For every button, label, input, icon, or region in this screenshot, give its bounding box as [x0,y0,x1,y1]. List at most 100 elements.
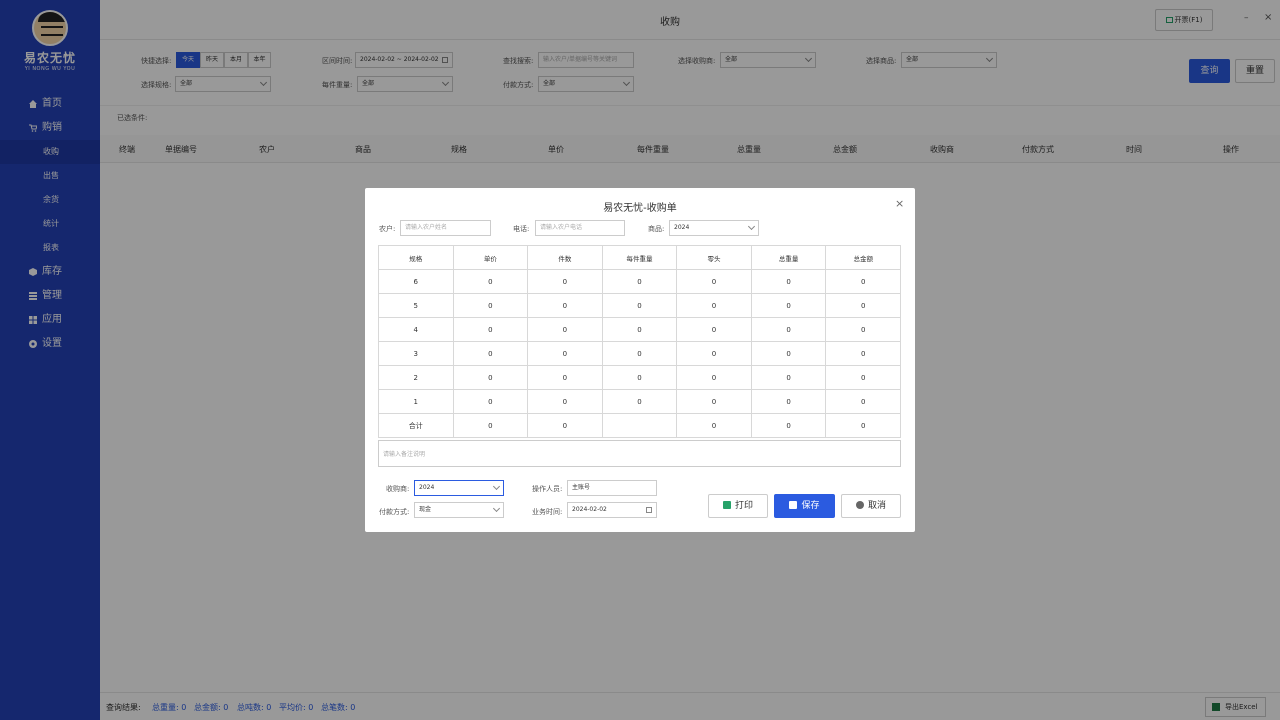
grid-cell [601,413,678,438]
cancel-label: 取消 [867,501,886,511]
grid-header-cell: 规格 [378,245,454,270]
grid-cell: 5 [378,293,454,318]
grid-cell[interactable]: 0 [452,341,529,366]
product-label: 商品: [648,225,665,233]
grid-cell: 0 [825,293,901,318]
grid-cell[interactable]: 0 [527,389,603,414]
grid-cell: 6 [378,269,454,294]
biz-time-label: 业务时间: [532,508,563,516]
dialog-close-icon[interactable]: × [895,197,904,210]
table-row: 3 0 0 0 0 0 0 [378,341,901,366]
grid-cell: 1 [378,389,454,414]
grid-header-cell: 件数 [527,245,603,270]
grid-cell: 0 [750,269,827,294]
grid-cell[interactable]: 0 [527,365,603,390]
grid-cell[interactable]: 0 [452,269,529,294]
pay-method-value: 现金 [419,506,432,513]
grid-cell[interactable]: 0 [452,389,529,414]
cancel-button[interactable]: 取消 [841,494,901,518]
pay-method-select[interactable]: 现金 [414,502,504,518]
print-label: 打印 [734,501,753,511]
remark-textarea[interactable]: 请输入备注说明 [378,440,901,467]
product-select-value: 2024 [674,224,690,231]
table-row: 4 0 0 0 0 0 0 [378,317,901,342]
operator-label: 操作人员: [532,485,563,493]
grid-header-cell: 总重量 [750,245,827,270]
table-row: 2 0 0 0 0 0 0 [378,365,901,390]
grid-cell[interactable]: 0 [676,365,752,390]
table-row: 1 0 0 0 0 0 0 [378,389,901,414]
chevron-down-icon [747,222,756,231]
grid-cell: 合计 [378,413,454,438]
grid-header-cell: 总金额 [825,245,901,270]
grid-header-row: 规格 单价 件数 每件重量 零头 总重量 总金额 [378,245,901,270]
printer-icon [722,501,731,509]
pay-method-label: 付款方式: [379,508,410,516]
grid-cell: 0 [825,317,901,342]
grid-cell: 0 [750,317,827,342]
grid-header-cell: 每件重量 [601,245,678,270]
grid-cell: 2 [378,365,454,390]
grid-cell: 0 [750,341,827,366]
grid-cell[interactable]: 0 [527,293,603,318]
buyer-select[interactable]: 2024 [414,480,504,496]
grid-cell[interactable]: 0 [676,317,752,342]
phone-label: 电话: [513,225,530,233]
farmer-label: 农户: [379,225,396,233]
biz-time-value: 2024-02-02 [572,506,607,513]
cancel-icon [855,501,864,509]
buyer-select-value: 2024 [419,484,435,491]
grid-cell[interactable]: 0 [676,293,752,318]
grid-cell: 0 [452,413,529,438]
spec-grid: 规格 单价 件数 每件重量 零头 总重量 总金额 6 0 0 0 0 0 0 5… [378,245,901,438]
operator-input[interactable]: 主账号 [567,480,657,496]
grid-cell: 0 [676,413,752,438]
purchase-order-dialog: 易农无忧-收购单 × 农户: 请输入农户姓名 电话: 请输入农户电话 商品: 2… [365,188,915,532]
grid-cell: 0 [825,365,901,390]
grid-cell: 0 [750,389,827,414]
grid-cell: 0 [750,293,827,318]
farmer-name-input[interactable]: 请输入农户姓名 [400,220,491,236]
grid-cell[interactable]: 0 [601,317,678,342]
grid-header-cell: 单价 [452,245,529,270]
grid-cell[interactable]: 0 [527,269,603,294]
grid-cell: 0 [825,269,901,294]
grid-cell[interactable]: 0 [452,317,529,342]
table-row: 6 0 0 0 0 0 0 [378,269,901,294]
grid-cell: 0 [825,341,901,366]
grid-cell: 0 [825,413,901,438]
grid-cell: 0 [527,413,603,438]
grid-cell[interactable]: 0 [527,317,603,342]
grid-cell[interactable]: 0 [601,389,678,414]
grid-cell: 4 [378,317,454,342]
buyer-label: 收购商: [386,485,410,493]
grid-cell: 3 [378,341,454,366]
grid-cell[interactable]: 0 [676,389,752,414]
table-row: 5 0 0 0 0 0 0 [378,293,901,318]
grid-cell: 0 [750,365,827,390]
save-label: 保存 [801,501,820,511]
chevron-down-icon [492,504,501,513]
save-icon [789,501,798,509]
grid-cell[interactable]: 0 [601,365,678,390]
grid-header-cell: 零头 [676,245,752,270]
grid-cell[interactable]: 0 [601,341,678,366]
phone-input[interactable]: 请输入农户电话 [535,220,625,236]
print-button[interactable]: 打印 [708,494,768,518]
save-button[interactable]: 保存 [774,494,835,518]
grid-cell[interactable]: 0 [676,269,752,294]
calendar-icon [646,507,652,513]
dialog-title: 易农无忧-收购单 [603,203,677,214]
grid-cell: 0 [825,389,901,414]
total-row: 合计 0 0 0 0 0 [378,413,901,438]
product-select[interactable]: 2024 [669,220,759,236]
biz-time-input[interactable]: 2024-02-02 [567,502,657,518]
grid-cell[interactable]: 0 [676,341,752,366]
grid-cell[interactable]: 0 [452,365,529,390]
chevron-down-icon [492,482,501,491]
grid-cell: 0 [750,413,827,438]
grid-cell[interactable]: 0 [601,269,678,294]
grid-cell[interactable]: 0 [527,341,603,366]
grid-cell[interactable]: 0 [452,293,529,318]
grid-cell[interactable]: 0 [601,293,678,318]
